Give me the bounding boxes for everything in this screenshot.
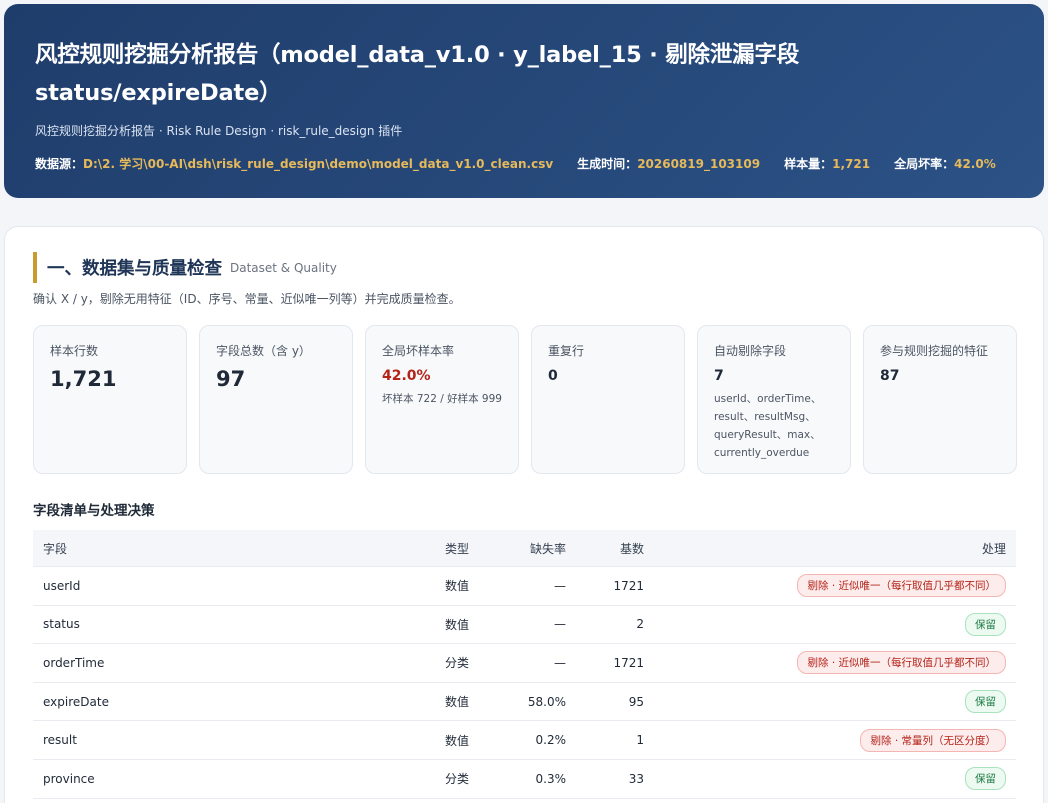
col-header-missing[interactable]: 缺失率 [483, 540, 576, 557]
meta-global-bad-rate: 全局坏率：42.0% [894, 157, 996, 171]
cell-type: 分类 [444, 772, 469, 787]
cell-action: 保留 [654, 612, 1016, 636]
table-row: orderTime 分类 — 1721 剔除 · 近似唯一（每行取值几乎都不同） [33, 644, 1016, 683]
cell-missing: — [554, 578, 566, 593]
report-meta: 数据源：D:\2. 学习\00-AI\dsh\risk_rule_design\… [35, 155, 1014, 172]
cell-field: userId [43, 578, 81, 593]
meta-source: 数据源：D:\2. 学习\00-AI\dsh\risk_rule_design\… [35, 157, 554, 171]
cell-field: expireDate [43, 694, 109, 709]
cell-action: 保留 [654, 690, 1016, 714]
stat-bad-rate: 全局坏样本率 42.0% 坏样本 722 / 好样本 999 [365, 325, 519, 474]
col-header-cardinality[interactable]: 基数 [576, 540, 654, 557]
cell-cardinality: 1721 [613, 578, 644, 593]
cell-action: 剔除 · 常量列（无区分度） [654, 728, 1016, 752]
cell-field: result [43, 733, 77, 748]
stat-auto-dropped: 自动剔除字段 7 userId、orderTime、result、resultM… [697, 325, 851, 474]
section-title: 一、数据集与质量检查 Dataset & Quality [33, 252, 337, 283]
cell-action: 剔除 · 近似唯一（每行取值几乎都不同） [654, 574, 1016, 598]
stat-duplicate-rows: 重复行 0 [531, 325, 685, 474]
cell-field: province [43, 771, 95, 786]
field-table-title: 字段清单与处理决策 [33, 503, 155, 519]
section-title-en: Dataset & Quality [230, 260, 337, 275]
dataset-quality-card: 一、数据集与质量检查 Dataset & Quality 确认 X / y，剔除… [4, 226, 1044, 803]
cell-cardinality: 2 [636, 617, 644, 632]
section-title-main: 一、数据集与质量检查 [47, 259, 222, 279]
col-header-action[interactable]: 处理 [654, 540, 1016, 557]
drop-badge: 剔除 · 近似唯一（每行取值几乎都不同） [797, 651, 1006, 675]
stat-mining-features: 参与规则挖掘的特征 87 [863, 325, 1017, 474]
cell-action: 剔除 · 近似唯一（每行取值几乎都不同） [654, 651, 1016, 675]
cell-cardinality: 95 [628, 694, 644, 709]
table-row: result 数值 0.2% 1 剔除 · 常量列（无区分度） [33, 721, 1016, 760]
cell-cardinality: 1721 [613, 655, 644, 670]
cell-type: 数值 [444, 617, 469, 632]
keep-badge: 保留 [965, 612, 1006, 636]
cell-cardinality: 1 [636, 733, 644, 748]
report-title: 风控规则挖掘分析报告（model_data_v1.0 · y_label_15 … [35, 42, 800, 106]
col-header-field[interactable]: 字段 [33, 540, 373, 557]
keep-badge: 保留 [965, 767, 1006, 791]
drop-badge: 剔除 · 常量列（无区分度） [860, 728, 1006, 752]
cell-cardinality: 33 [628, 771, 644, 786]
table-row: province 分类 0.3% 33 保留 [33, 760, 1016, 799]
table-row: userId 数值 — 1721 剔除 · 近似唯一（每行取值几乎都不同） [33, 567, 1016, 606]
cell-missing: 0.2% [535, 733, 567, 748]
stats-row: 样本行数 1,721 字段总数（含 y） 97 全局坏样本率 42.0% 坏样本… [33, 325, 1017, 474]
cell-missing: 0.3% [535, 771, 567, 786]
cell-field: orderTime [43, 655, 105, 670]
cell-action: 保留 [654, 767, 1016, 791]
table-row: status 数值 — 2 保留 [33, 606, 1016, 645]
col-header-type[interactable]: 类型 [373, 540, 483, 557]
report-header: 风控规则挖掘分析报告（model_data_v1.0 · y_label_15 … [4, 4, 1044, 198]
stat-field-count: 字段总数（含 y） 97 [199, 325, 353, 474]
field-table: 字段 类型 缺失率 基数 处理 userId 数值 — 1721 剔除 · 近似… [33, 530, 1016, 799]
cell-missing: 58.0% [527, 694, 566, 709]
cell-missing: — [554, 655, 566, 670]
cell-type: 数值 [444, 579, 469, 594]
stat-sample-rows: 样本行数 1,721 [33, 325, 187, 474]
meta-generated-time: 生成时间：20260819_103109 [577, 157, 761, 171]
cell-type: 分类 [444, 656, 469, 671]
table-row: expireDate 数值 58.0% 95 保留 [33, 683, 1016, 722]
table-header-row: 字段 类型 缺失率 基数 处理 [33, 530, 1016, 567]
cell-type: 数值 [444, 695, 469, 710]
cell-missing: — [554, 617, 566, 632]
section-description: 确认 X / y，剔除无用特征（ID、序号、常量、近似唯一列等）并完成质量检查。 [33, 292, 461, 306]
cell-field: status [43, 617, 80, 632]
meta-sample-size: 样本量：1,721 [784, 157, 871, 171]
drop-badge: 剔除 · 近似唯一（每行取值几乎都不同） [797, 574, 1006, 598]
report-subtitle: 风控规则挖掘分析报告 · Risk Rule Design · risk_rul… [35, 124, 403, 138]
cell-type: 数值 [444, 733, 469, 748]
keep-badge: 保留 [965, 690, 1006, 714]
